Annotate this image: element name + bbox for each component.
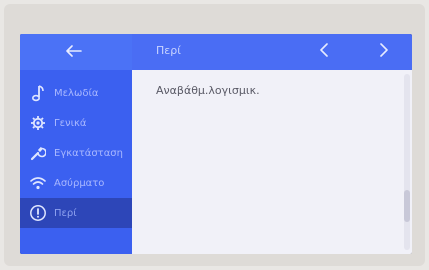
software-update-item[interactable]: Αναβάθμ.λογισμικ. (156, 84, 260, 97)
previous-page-button[interactable] (314, 40, 334, 64)
top-bar-left-panel (20, 34, 132, 70)
next-page-button[interactable] (374, 40, 394, 64)
touch-screen: Περί Μελωδία Γενικά Εγκατάσταση Ασύρματο… (20, 34, 412, 254)
sidebar-item-general[interactable]: Γενικά (20, 108, 132, 138)
sidebar-item-label: Μελωδία (54, 87, 99, 99)
arrow-left-icon (66, 45, 82, 57)
gear-icon (28, 113, 48, 133)
sidebar-item-about[interactable]: Περί (20, 198, 132, 228)
sidebar-item-wireless[interactable]: Ασύρματο (20, 168, 132, 198)
wrench-icon (28, 143, 48, 163)
content-panel: Αναβάθμ.λογισμικ. (132, 70, 412, 254)
chevron-left-icon (320, 43, 328, 57)
top-bar: Περί (20, 34, 412, 70)
scrollbar-thumb[interactable] (404, 190, 410, 222)
sidebar-item-melody[interactable]: Μελωδία (20, 78, 132, 108)
sidebar-item-label: Εγκατάσταση (54, 147, 123, 159)
scrollbar[interactable] (404, 74, 410, 250)
page-title: Περί (156, 44, 181, 57)
sidebar-item-label: Γενικά (54, 117, 87, 129)
sidebar-item-installation[interactable]: Εγκατάσταση (20, 138, 132, 168)
sidebar-item-label: Περί (54, 207, 77, 219)
music-note-icon (28, 83, 48, 103)
info-icon (28, 203, 48, 223)
sidebar: Μελωδία Γενικά Εγκατάσταση Ασύρματο Περί (20, 70, 132, 254)
sidebar-item-label: Ασύρματο (54, 177, 105, 189)
chevron-right-icon (380, 43, 388, 57)
back-button[interactable] (60, 42, 88, 62)
wifi-icon (28, 173, 48, 193)
